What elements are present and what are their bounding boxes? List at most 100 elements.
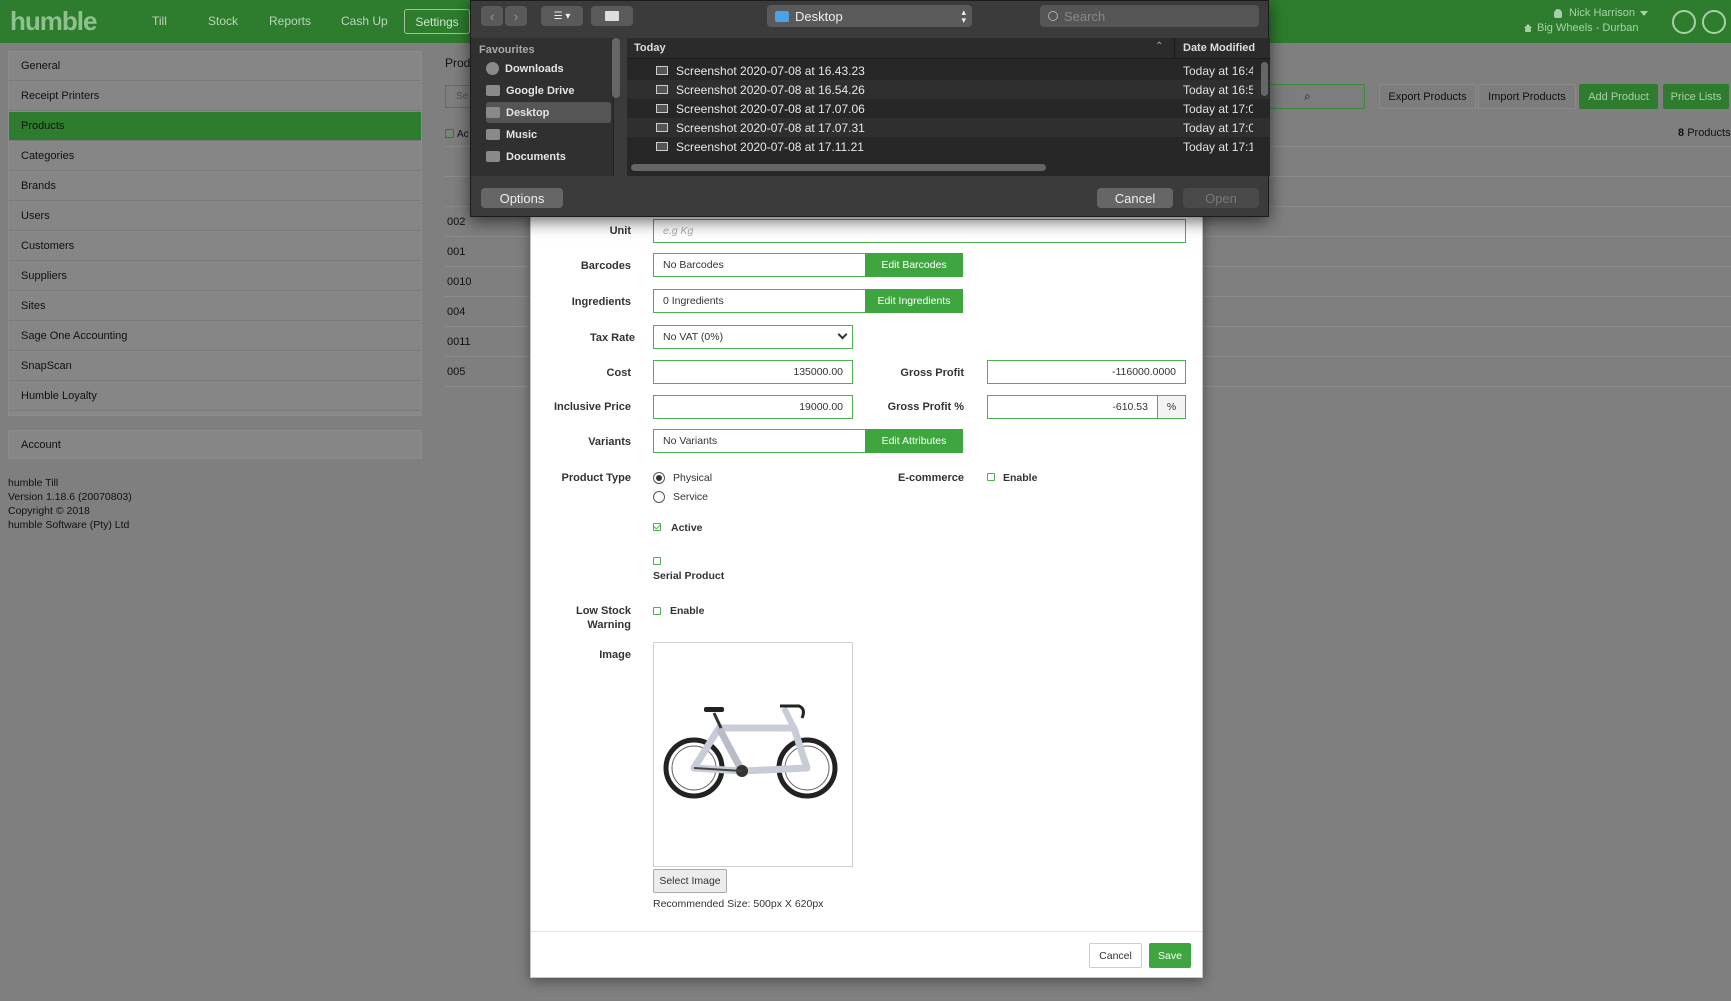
nav-settings[interactable]: Settings <box>404 9 470 34</box>
new-folder-icon[interactable] <box>591 6 633 26</box>
sidebar-item-suppliers[interactable]: Suppliers <box>9 262 421 291</box>
active-filter-label: Ac <box>457 129 469 140</box>
favourite-label: Documents <box>506 150 566 163</box>
dialog-search-input[interactable]: Search <box>1040 5 1259 27</box>
folder-icon <box>486 129 500 140</box>
image-label: Image <box>599 649 631 661</box>
variants-field[interactable]: No Variants <box>653 429 866 453</box>
physical-radio[interactable] <box>653 472 665 484</box>
file-row[interactable]: Screenshot 2020-07-08 at 17.11.21 Today a… <box>627 137 1270 156</box>
image-file-icon <box>656 123 668 132</box>
product-code: 001 <box>447 245 466 258</box>
sidebar-item-humble-loyalty[interactable]: Humble Loyalty <box>9 382 421 411</box>
location-popup[interactable]: Desktop ▴ ▾ <box>767 5 972 27</box>
add-product-button[interactable]: Add Product <box>1579 84 1658 109</box>
back-icon[interactable]: ‹ <box>481 6 503 26</box>
user-name[interactable]: Nick Harrison <box>1569 7 1635 19</box>
edit-attributes-button[interactable]: Edit Attributes <box>865 429 963 453</box>
cost-input[interactable]: 135000.00 <box>653 360 853 384</box>
unit-input[interactable]: e.g Kg <box>653 219 1186 243</box>
gross-profit-input[interactable]: -116000.0000 <box>987 360 1186 384</box>
view-mode-icon[interactable]: ☰ ▾ <box>541 6 583 26</box>
system-info: humble Till Version 1.18.6 (20070803) Co… <box>8 476 132 532</box>
sidebar-item-categories[interactable]: Categories <box>9 142 421 171</box>
nav-stock[interactable]: Stock <box>208 14 238 28</box>
folder-icon <box>486 85 500 96</box>
open-button[interactable]: Open <box>1183 188 1259 208</box>
humble-logo[interactable]: humble <box>10 6 97 37</box>
product-code: 0010 <box>447 275 472 288</box>
sidebar-item-users[interactable]: Users <box>9 202 421 231</box>
sidebar-item-sites[interactable]: Sites <box>9 292 421 321</box>
import-products-button[interactable]: Import Products <box>1478 84 1576 109</box>
file-row[interactable]: Screenshot 2020-07-08 at 16.43.23 Today a… <box>627 61 1270 80</box>
sidebar-item-general[interactable]: General <box>9 52 421 81</box>
sidebar-item-downloads[interactable]: Downloads <box>486 58 611 79</box>
file-name: Screenshot 2020-07-08 at 17.07.06 <box>676 101 865 116</box>
vertical-scrollbar[interactable] <box>1261 62 1268 96</box>
select-image-button[interactable]: Select Image <box>653 869 727 893</box>
active-checkbox[interactable] <box>653 523 661 531</box>
barcodes-label: Barcodes <box>580 260 631 272</box>
sidebar-item-sage-one[interactable]: Sage One Accounting <box>9 322 421 351</box>
sidebar-item-desktop[interactable]: Desktop <box>486 102 611 123</box>
inclusive-price-input[interactable]: 19000.00 <box>653 395 853 419</box>
ingredients-field[interactable]: 0 Ingredients <box>653 289 866 313</box>
image-file-icon <box>656 66 668 75</box>
file-row[interactable]: Screenshot 2020-07-08 at 17.07.06 Today a… <box>627 99 1270 118</box>
horizontal-scrollbar[interactable] <box>631 164 1046 171</box>
favourite-label: Downloads <box>505 62 564 75</box>
price-lists-button[interactable]: Price Lists <box>1663 84 1729 109</box>
service-radio[interactable] <box>653 491 665 503</box>
help-icon[interactable] <box>1702 10 1726 34</box>
export-products-button[interactable]: Export Products <box>1379 84 1476 109</box>
edit-barcodes-button[interactable]: Edit Barcodes <box>865 253 963 277</box>
barcodes-field[interactable]: No Barcodes <box>653 253 866 277</box>
favourites-heading: Favourites <box>479 44 535 56</box>
sidebar-item-brands[interactable]: Brands <box>9 172 421 201</box>
desktop-icon <box>486 107 500 118</box>
sidebar-item-account[interactable]: Account <box>8 430 422 459</box>
sidebar-item-snapscan[interactable]: SnapScan <box>9 352 421 381</box>
tax-rate-select[interactable]: No VAT (0%) <box>653 325 853 349</box>
active-label: Active <box>671 522 703 534</box>
nav-till[interactable]: Till <box>152 14 167 28</box>
sidebar-item-receipt-printers[interactable]: Receipt Printers <box>9 82 421 111</box>
forward-icon[interactable]: › <box>505 6 527 26</box>
sysinfo-line: humble Till <box>8 477 59 489</box>
dialog-cancel-button[interactable]: Cancel <box>1097 188 1173 208</box>
low-stock-checkbox[interactable] <box>653 607 661 615</box>
sysinfo-line: Version 1.18.6 (20070803) <box>8 491 132 503</box>
sidebar-scrollbar[interactable] <box>612 38 620 98</box>
file-name: Screenshot 2020-07-08 at 17.11.21 <box>676 139 864 154</box>
physical-label: Physical <box>673 472 713 484</box>
modal-footer-divider <box>531 931 1202 932</box>
sidebar-item-customers[interactable]: Customers <box>9 232 421 261</box>
sidebar-item-products[interactable]: Products <box>9 112 421 141</box>
file-row[interactable]: Screenshot 2020-07-08 at 16.54.26 Today a… <box>627 80 1270 99</box>
ecommerce-label: E-commerce <box>897 472 964 484</box>
sidebar-item-documents[interactable]: Documents <box>486 146 611 167</box>
active-filter-checkbox[interactable] <box>445 129 454 138</box>
nav-cash-up[interactable]: Cash Up <box>341 14 388 28</box>
edit-ingredients-button[interactable]: Edit Ingredients <box>865 289 963 313</box>
location-label: Desktop <box>795 8 843 24</box>
ecommerce-checkbox[interactable] <box>987 473 995 481</box>
sidebar-item-google-drive[interactable]: Google Drive <box>486 80 611 101</box>
recommended-size-text: Recommended Size: 500px X 620px <box>653 898 824 910</box>
sidebar-item-music[interactable]: Music <box>486 124 611 145</box>
date-modified-header[interactable]: Date Modified <box>1183 42 1255 54</box>
products-count-number: 8 <box>1678 127 1685 139</box>
chevron-down-icon[interactable] <box>1640 11 1648 16</box>
gross-profit-percent-input[interactable]: -610.53 <box>987 395 1158 419</box>
options-button[interactable]: Options <box>481 188 563 208</box>
serial-product-checkbox[interactable] <box>653 557 661 565</box>
up-down-chevron-icon: ▴ ▾ <box>961 7 966 25</box>
sort-ascending-icon[interactable]: ⌃ <box>1155 41 1163 52</box>
chat-icon[interactable] <box>1672 10 1696 34</box>
file-row[interactable]: Screenshot 2020-07-08 at 17.07.31 Today a… <box>627 118 1270 137</box>
cancel-button[interactable]: Cancel <box>1089 943 1142 968</box>
folder-plus-icon <box>605 11 619 21</box>
save-button[interactable]: Save <box>1149 943 1191 968</box>
nav-reports[interactable]: Reports <box>269 14 311 28</box>
